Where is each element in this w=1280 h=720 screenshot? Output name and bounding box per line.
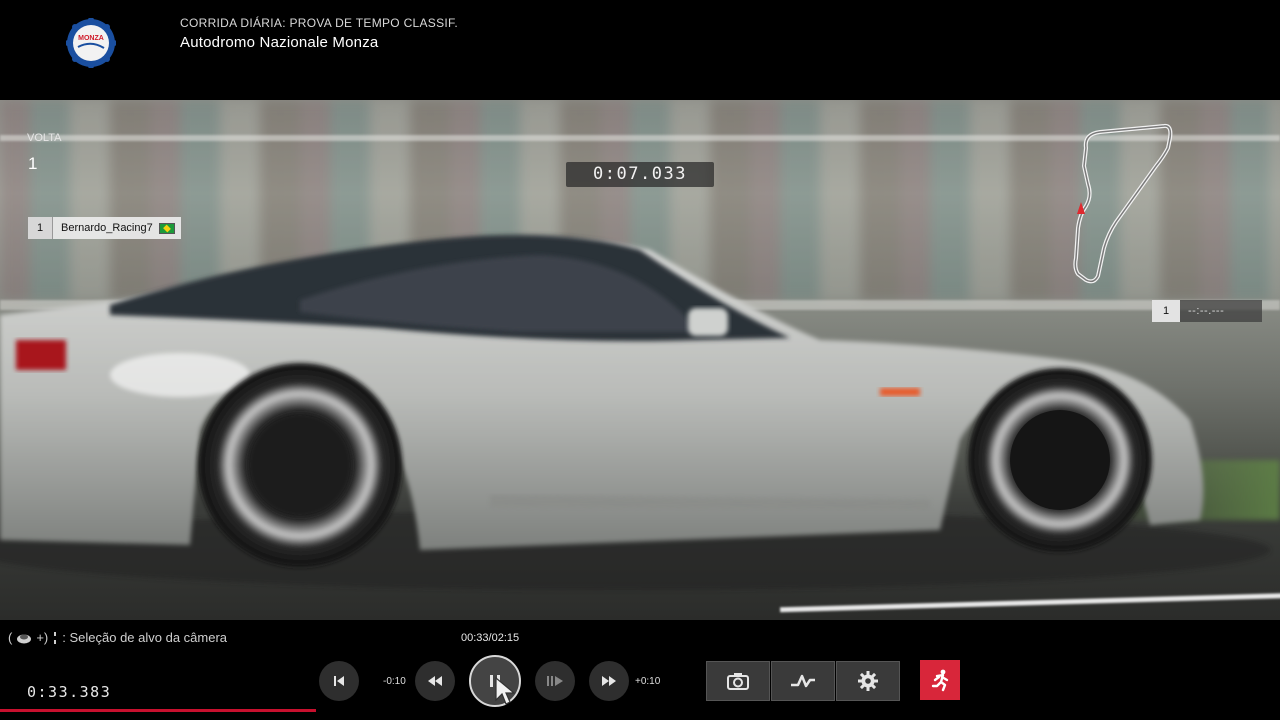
exit-runner-icon	[931, 669, 949, 692]
ranking-time: --:--.---	[1180, 300, 1262, 322]
telemetry-icon	[791, 674, 815, 688]
event-subtitle: CORRIDA DIÁRIA: PROVA DE TEMPO CLASSIF.	[180, 16, 458, 30]
cursor-icon	[495, 676, 516, 705]
fast-forward-button[interactable]	[589, 661, 629, 701]
telemetry-button[interactable]	[771, 661, 835, 701]
svg-text:MONZA: MONZA	[78, 35, 104, 42]
replay-controls: ( +) : Seleção de alvo da câmera 00:33/0…	[0, 620, 1280, 720]
track-map	[1073, 123, 1173, 284]
skip-start-icon	[334, 676, 344, 686]
camera-hint: ( +) : Seleção de alvo da câmera	[8, 630, 228, 645]
driver-tag: 1 Bernardo_Racing7	[28, 217, 181, 239]
monza-logo: MONZA	[66, 18, 116, 68]
camera-icon	[727, 673, 749, 690]
driver-position: 1	[28, 217, 53, 239]
gear-icon	[858, 671, 878, 691]
track-name: Autodromo Nazionale Monza	[180, 34, 379, 51]
rewind-button[interactable]	[415, 661, 455, 701]
lap-timer: 0:07.033	[566, 162, 714, 187]
ranking-box: 1 --:--.---	[1152, 300, 1262, 322]
frame-advance-button[interactable]	[535, 661, 575, 701]
lap-number: 1	[28, 154, 38, 173]
camera-hint-text: : Seleção de alvo da câmera	[62, 630, 228, 645]
ranking-position: 1	[1152, 300, 1180, 322]
skip-to-start-button[interactable]	[319, 661, 359, 701]
header-bar: MONZA CORRIDA DIÁRIA: PROVA DE TEMPO CLA…	[0, 0, 1280, 100]
skip-back-label: -0:10	[383, 676, 406, 687]
replay-time: 0:33.383	[27, 683, 112, 701]
playback-position: 00:33/02:15	[461, 632, 520, 644]
rewind-icon	[428, 676, 442, 686]
updown-icon	[54, 631, 57, 644]
settings-button[interactable]	[836, 661, 900, 701]
brazil-flag-icon	[158, 222, 175, 234]
photo-mode-button[interactable]	[706, 661, 770, 701]
replay-progress-bar[interactable]	[0, 709, 317, 712]
right-stick-icon	[17, 634, 32, 643]
exit-button[interactable]	[920, 660, 960, 700]
skip-forward-label: +0:10	[635, 676, 661, 687]
lap-label: VOLTA	[27, 132, 62, 144]
driver-name: Bernardo_Racing7	[61, 222, 153, 234]
frame-advance-icon	[547, 676, 563, 686]
fast-forward-icon	[602, 676, 616, 686]
